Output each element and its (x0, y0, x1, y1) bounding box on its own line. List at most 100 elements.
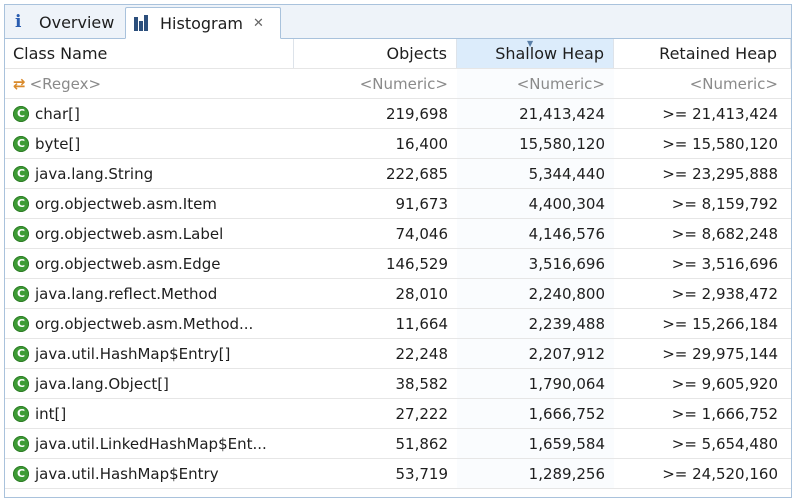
table-row[interactable]: Cjava.lang.String 222,685 5,344,440 >= 23,2… (5, 159, 791, 189)
class-icon: C (13, 345, 29, 362)
class-icon: C (13, 255, 29, 272)
table-row[interactable]: Corg.objectweb.asm.Method... 11,664 2,239,… (5, 309, 791, 339)
class-icon: C (13, 405, 29, 422)
column-header-shallow-heap[interactable]: ▼ Shallow Heap (457, 39, 614, 68)
retained-heap-cell: >= 8,682,248 (671, 224, 778, 243)
tab-bar: i Overview Histogram ✕ (5, 5, 791, 39)
class-icon: C (13, 435, 29, 452)
class-name: java.lang.String (35, 164, 154, 183)
class-name-cell: Cjava.lang.reflect.Method (5, 279, 294, 308)
filter-class-name[interactable]: ⇄ <Regex> (5, 69, 294, 98)
class-name: java.util.HashMap$Entry (35, 464, 219, 483)
tab-overview[interactable]: i Overview (7, 7, 125, 37)
table-header: Class Name Objects ▼ Shallow Heap Retain… (5, 39, 791, 69)
class-name: byte[] (35, 134, 81, 153)
close-icon[interactable]: ✕ (253, 16, 264, 31)
table-row[interactable]: Cjava.lang.Object[] 38,582 1,790,064 >= 9,6… (5, 369, 791, 399)
filter-class-name-text: <Regex> (29, 74, 102, 93)
shallow-heap-cell: 1,289,256 (457, 459, 614, 488)
histogram-table: Class Name Objects ▼ Shallow Heap Retain… (5, 39, 791, 489)
column-header-retained-heap[interactable]: Retained Heap (614, 39, 791, 68)
class-name: int[] (35, 404, 67, 423)
retained-heap-cell: >= 21,413,424 (662, 104, 778, 123)
table-row[interactable]: Cbyte[] 16,400 15,580,120 >= 15,580,120 (5, 129, 791, 159)
class-name: java.lang.reflect.Method (35, 284, 218, 303)
table-row[interactable]: Cjava.util.HashMap$Entry 53,719 1,289,256 >… (5, 459, 791, 489)
objects-cell: 222,685 (385, 164, 448, 183)
retained-heap-cell: >= 8,159,792 (671, 194, 778, 213)
class-name-cell: Corg.objectweb.asm.Label (5, 219, 294, 248)
objects-cell: 146,529 (385, 254, 448, 273)
objects-cell: 28,010 (395, 284, 449, 303)
info-icon: i (15, 12, 22, 32)
class-name: char[] (35, 104, 80, 123)
class-name-cell: Cjava.util.LinkedHashMap$Ent... (5, 429, 294, 458)
shallow-heap-cell: 2,207,912 (457, 339, 614, 368)
objects-cell: 16,400 (395, 134, 449, 153)
shallow-heap-cell: 4,146,576 (457, 219, 614, 248)
class-name-cell: Corg.objectweb.asm.Method... (5, 309, 294, 338)
class-icon: C (13, 105, 29, 122)
class-name: org.objectweb.asm.Item (35, 194, 217, 213)
objects-cell: 22,248 (395, 344, 449, 363)
class-icon: C (13, 165, 29, 182)
retained-heap-cell: >= 24,520,160 (662, 464, 778, 483)
class-name-cell: Cjava.util.HashMap$Entry (5, 459, 294, 488)
class-name: org.objectweb.asm.Label (35, 224, 224, 243)
tab-overview-label: Overview (39, 12, 115, 32)
shallow-heap-cell: 21,413,424 (457, 99, 614, 128)
shallow-heap-cell: 2,240,800 (457, 279, 614, 308)
class-name: java.lang.Object[] (35, 374, 169, 393)
class-name-cell: Corg.objectweb.asm.Edge (5, 249, 294, 278)
histogram-view: i Overview Histogram ✕ Class Name Object… (4, 4, 792, 498)
objects-cell: 219,698 (385, 104, 448, 123)
class-name-cell: Cint[] (5, 399, 294, 428)
class-name-cell: Cjava.lang.String (5, 159, 294, 188)
shallow-heap-cell: 1,666,752 (457, 399, 614, 428)
shallow-heap-cell: 1,659,584 (457, 429, 614, 458)
table-row[interactable]: Cjava.lang.reflect.Method 28,010 2,240,800… (5, 279, 791, 309)
objects-cell: 91,673 (395, 194, 449, 213)
objects-cell: 38,582 (395, 374, 449, 393)
shallow-heap-cell: 3,516,696 (457, 249, 614, 278)
objects-cell: 51,862 (395, 434, 449, 453)
class-icon: C (13, 465, 29, 482)
objects-cell: 11,664 (395, 314, 449, 333)
shallow-heap-cell: 2,239,488 (457, 309, 614, 338)
table-row[interactable]: Cjava.util.HashMap$Entry[] 22,248 2,207,91… (5, 339, 791, 369)
retained-heap-cell: >= 15,266,184 (662, 314, 778, 333)
retained-heap-cell: >= 29,975,144 (662, 344, 778, 363)
retained-heap-cell: >= 9,605,920 (671, 374, 778, 393)
tab-histogram-label: Histogram (160, 13, 243, 33)
class-name-cell: Corg.objectweb.asm.Item (5, 189, 294, 218)
histogram-icon (134, 15, 156, 31)
objects-cell: 27,222 (395, 404, 449, 423)
filter-row: ⇄ <Regex> <Numeric> <Numeric> <Numeric> (5, 69, 791, 99)
table-row[interactable]: Cjava.util.LinkedHashMap$Ent... 51,862 1,6… (5, 429, 791, 459)
table-row[interactable]: Corg.objectweb.asm.Item 91,673 4,400,304 >=… (5, 189, 791, 219)
column-header-class-name[interactable]: Class Name (5, 39, 294, 68)
class-icon: C (13, 285, 29, 302)
retained-heap-cell: >= 23,295,888 (662, 164, 778, 183)
class-icon: C (13, 375, 29, 392)
filter-objects[interactable]: <Numeric> (294, 69, 457, 98)
filter-retained-heap[interactable]: <Numeric> (614, 69, 791, 98)
tab-histogram[interactable]: Histogram ✕ (125, 7, 281, 39)
retained-heap-cell: >= 1,666,752 (671, 404, 778, 423)
column-header-objects[interactable]: Objects (294, 39, 457, 68)
table-row[interactable]: Corg.objectweb.asm.Label 74,046 4,146,576 >… (5, 219, 791, 249)
shallow-heap-cell: 4,400,304 (457, 189, 614, 218)
table-row[interactable]: Corg.objectweb.asm.Edge 146,529 3,516,696 >… (5, 249, 791, 279)
shallow-heap-cell: 1,790,064 (457, 369, 614, 398)
objects-cell: 53,719 (395, 464, 449, 483)
class-icon: C (13, 315, 29, 332)
objects-cell: 74,046 (395, 224, 449, 243)
table-row[interactable]: Cint[] 27,222 1,666,752 >= 1,666,752 (5, 399, 791, 429)
regex-filter-icon: ⇄ (13, 74, 26, 93)
filter-shallow-heap[interactable]: <Numeric> (457, 69, 614, 98)
class-name: org.objectweb.asm.Method... (35, 314, 254, 333)
table-row[interactable]: Cchar[] 219,698 21,413,424 >= 21,413,424 (5, 99, 791, 129)
sort-descending-icon: ▼ (527, 39, 534, 48)
class-name-cell: Cjava.util.HashMap$Entry[] (5, 339, 294, 368)
class-icon: C (13, 195, 29, 212)
